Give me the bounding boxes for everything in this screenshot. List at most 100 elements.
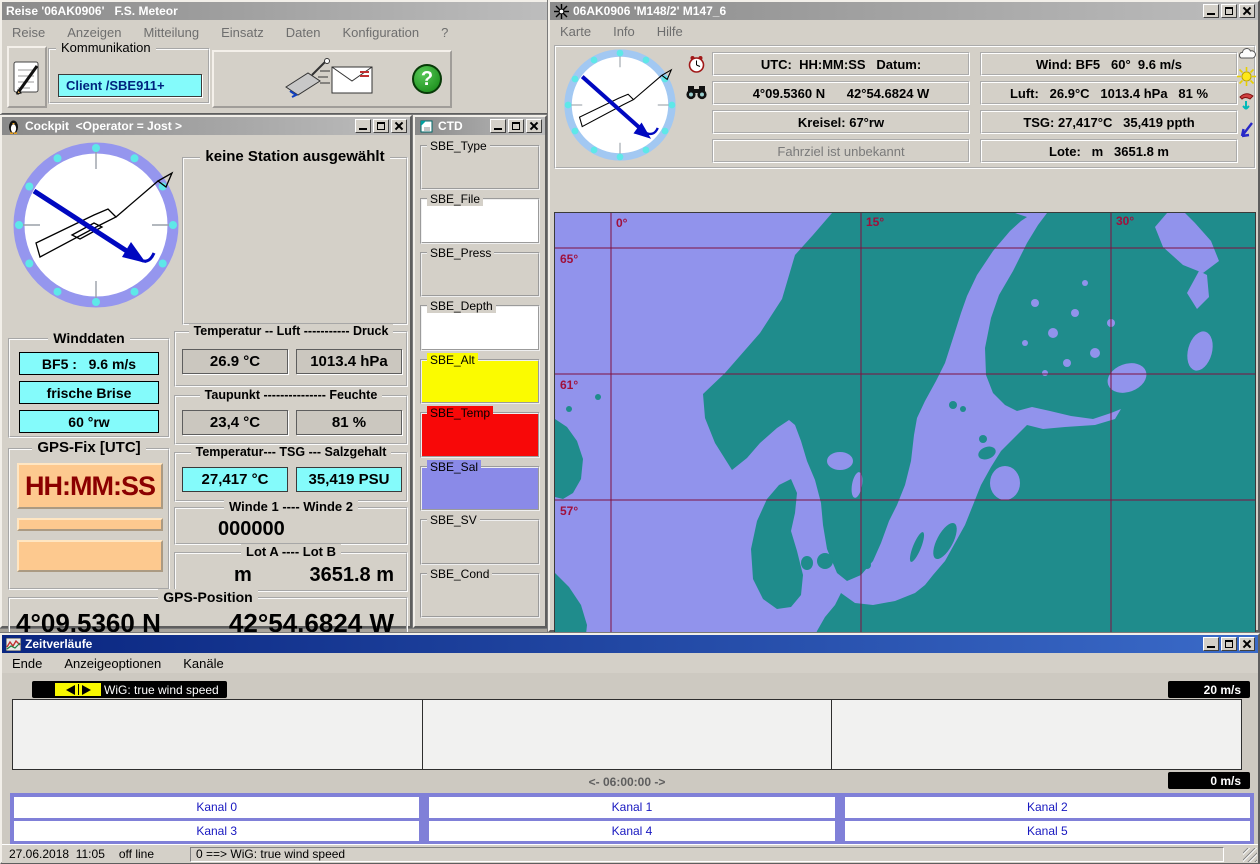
minimize-button[interactable] — [1203, 4, 1219, 18]
close-button[interactable] — [391, 119, 407, 133]
station-group: keine Station ausgewählt — [182, 157, 408, 325]
lon-label-15: 15° — [866, 215, 884, 229]
statusbar-datetime: 27.06.2018 11:05 — [9, 847, 105, 861]
lote-group: Lot A ---- Lot B m 3651.8 m — [174, 552, 408, 592]
cloud-icon — [1238, 47, 1256, 65]
feuchte-value: 81 % — [296, 410, 402, 435]
lat-label-57: 57° — [560, 504, 578, 518]
lote-field: Lote: m 3651.8 m — [980, 139, 1238, 163]
scroll-right-icon[interactable] — [82, 685, 91, 695]
luft-druck: 1013.4 hPa — [296, 349, 402, 374]
lot-b-value: 3651.8 m — [309, 564, 394, 587]
resize-grip[interactable] — [1243, 848, 1257, 862]
clock-icon — [688, 55, 705, 78]
maximize-button[interactable] — [1221, 637, 1237, 651]
maximize-button[interactable] — [508, 119, 524, 133]
reise-title: Reise '06AK0906' F.S. Meteor — [6, 4, 545, 18]
menu-konfiguration[interactable]: Konfiguration — [342, 25, 419, 40]
client-select[interactable]: Client /SBE911+ — [58, 74, 202, 97]
kanal-4-button[interactable]: Kanal 4 — [429, 821, 834, 842]
lat-label-65: 65° — [560, 252, 578, 266]
wind-direction: 60 °rw — [19, 410, 159, 433]
reise-menubar: Reise Anzeigen Mitteilung Einsatz Daten … — [2, 20, 548, 44]
kanal-1-button[interactable]: Kanal 1 — [429, 797, 834, 818]
winden-group: Winde 1 ---- Winde 2 000000 — [174, 507, 408, 545]
gps-fix-group: GPS-Fix [UTC] HH:MM:SS — [8, 448, 170, 590]
logbook-button[interactable] — [7, 46, 47, 108]
nav-info-panel: UTC: HH:MM:SS Datum: 4°09.5360 N 42°54.6… — [554, 45, 1256, 169]
close-button[interactable] — [526, 119, 542, 133]
help-icon[interactable]: ? — [412, 64, 442, 94]
taupunkt-value: 23,4 °C — [182, 410, 288, 435]
ctd-titlebar[interactable]: CTD — [415, 117, 545, 135]
utc-field: UTC: HH:MM:SS Datum: — [712, 52, 970, 76]
gps-fix-time: HH:MM:SS — [17, 463, 163, 509]
karte-title: 06AK0906 'M148/2' M147_6 — [573, 4, 1199, 18]
window-cockpit: Cockpit <Operator = Jost > — [0, 115, 412, 628]
menu-kanaele[interactable]: Kanäle — [183, 656, 223, 671]
compass-star-icon — [554, 4, 569, 19]
ctd-section-alt: SBE_Alt — [420, 359, 540, 404]
maximize-button[interactable] — [373, 119, 389, 133]
reise-titlebar[interactable]: Reise '06AK0906' F.S. Meteor — [2, 2, 548, 20]
menu-anzeigen[interactable]: Anzeigen — [67, 25, 121, 40]
window-karte: 06AK0906 'M148/2' M147_6 Karte Info Hilf… — [548, 0, 1260, 632]
close-button[interactable] — [1239, 4, 1255, 18]
wind-field: Wind: BF5 60° 9.6 m/s — [980, 52, 1238, 76]
scale-min-badge: 0 m/s — [1168, 772, 1250, 789]
menu-hilfe[interactable]: Hilfe — [657, 24, 683, 39]
maximize-button[interactable] — [1221, 4, 1237, 18]
kommunikation-group: Kommunikation Client /SBE911+ — [48, 48, 210, 104]
close-button[interactable] — [1239, 637, 1255, 651]
ctd-section-sv: SBE_SV — [420, 519, 540, 564]
overview-map[interactable]: 0° 15° 30° 65° 61° 57° — [554, 212, 1256, 643]
lon-label-30: 30° — [1116, 214, 1134, 228]
menu-help[interactable]: ? — [441, 25, 448, 40]
notepad-pen-icon — [11, 52, 43, 103]
temp-druck-group: Temperatur -- Luft ----------- Druck 26.… — [174, 331, 408, 387]
fahrziel-field: Fahrziel ist unbekannt — [712, 139, 970, 163]
scroll-left-icon[interactable] — [66, 685, 75, 695]
luft-temp: 26.9 °C — [182, 349, 288, 374]
ctd-section-depth: SBE_Depth — [420, 305, 540, 350]
wind-description: frische Brise — [19, 381, 159, 404]
window-reise: Reise '06AK0906' F.S. Meteor Reise Anzei… — [0, 0, 550, 115]
menu-info[interactable]: Info — [613, 24, 635, 39]
menu-daten[interactable]: Daten — [286, 25, 321, 40]
karte-titlebar[interactable]: 06AK0906 'M148/2' M147_6 — [550, 2, 1258, 20]
cockpit-titlebar[interactable]: Cockpit <Operator = Jost > — [2, 117, 410, 135]
menu-mitteilung[interactable]: Mitteilung — [143, 25, 199, 40]
statusbar: 27.06.2018 11:05 off line 0 ==> WiG: tru… — [2, 844, 1258, 863]
channel-scroll-arrows[interactable] — [55, 683, 101, 696]
timeseries-chart — [12, 699, 1242, 770]
menu-karte[interactable]: Karte — [560, 24, 591, 39]
tsg-field: TSG: 27,417°C 35,419 ppth — [980, 110, 1238, 134]
minimize-button[interactable] — [1203, 637, 1219, 651]
desktop: { "reise": { "title": "Reise '06AK0906' … — [0, 0, 1260, 864]
minimize-button[interactable] — [490, 119, 506, 133]
binoculars-icon — [686, 85, 707, 105]
menu-ende[interactable]: Ende — [12, 656, 42, 671]
current-arrow-icon — [1238, 91, 1255, 120]
kanal-0-button[interactable]: Kanal 0 — [14, 797, 419, 818]
minimize-button[interactable] — [355, 119, 371, 133]
kanal-2-button[interactable]: Kanal 2 — [845, 797, 1250, 818]
gps-fix-bar-1 — [17, 518, 163, 531]
window-ctd: CTD SBE_Type SBE_File SBE_Press SBE_Dept… — [413, 115, 547, 628]
zeit-title: Zeitverläufe — [25, 637, 1199, 651]
ctd-section-press: SBE_Press — [420, 252, 540, 297]
menu-anzeigeoptionen[interactable]: Anzeigeoptionen — [64, 656, 161, 671]
chart-pane-2 — [423, 700, 833, 769]
timeseries-icon — [6, 637, 21, 652]
menu-einsatz[interactable]: Einsatz — [221, 25, 264, 40]
heading-compass — [10, 139, 182, 316]
menu-reise[interactable]: Reise — [12, 25, 45, 40]
kanal-3-button[interactable]: Kanal 3 — [14, 821, 419, 842]
tsg-temp: 27,417 °C — [182, 467, 288, 492]
kanal-5-button[interactable]: Kanal 5 — [845, 821, 1250, 842]
kreisel-field: Kreisel: 67°rw — [712, 110, 970, 134]
luft-field: Luft: 26.9°C 1013.4 hPa 81 % — [980, 81, 1238, 105]
zeit-titlebar[interactable]: Zeitverläufe — [2, 635, 1258, 653]
channel-selector-pill: WiG: true wind speed — [32, 681, 227, 698]
taupunkt-group: Taupunkt --------------- Feuchte 23,4 °C… — [174, 395, 408, 445]
